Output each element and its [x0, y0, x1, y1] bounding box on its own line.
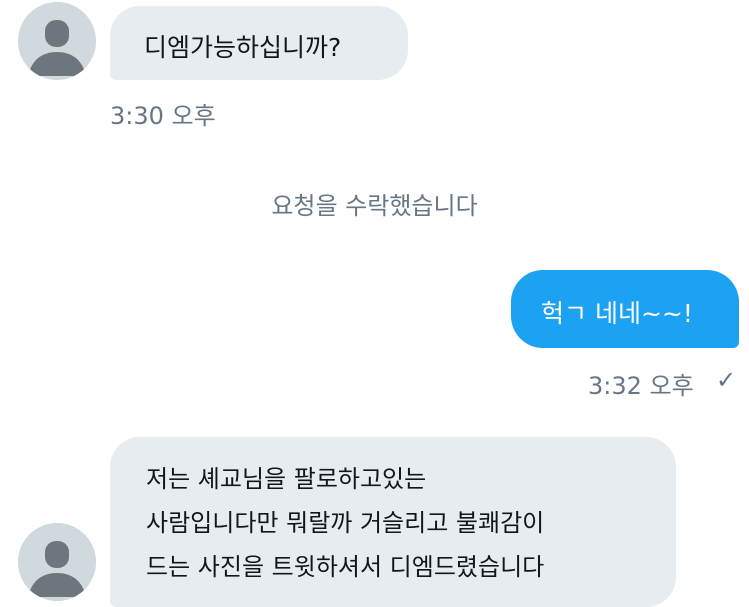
message-meta: 3:32 오후 ✓ — [588, 366, 738, 400]
outgoing-message-bubble[interactable]: 헉ㄱ 네네~~! — [511, 270, 739, 348]
message-timestamp: 3:30 오후 — [110, 102, 216, 130]
message-text: 저는 셰교님을 팔로하고있는 사람입니다만 뭐랄까 거슬리고 불쾌감이 드는 사… — [146, 457, 544, 589]
message-line: 저는 셰교님을 팔로하고있는 — [146, 465, 427, 493]
message-text: 디엠가능하십니까? — [144, 33, 342, 62]
incoming-message-bubble[interactable]: 디엠가능하십니까? — [110, 6, 408, 80]
avatar[interactable] — [18, 523, 96, 601]
message-text: 헉ㄱ 네네~~! — [541, 299, 693, 328]
incoming-message-bubble[interactable]: 저는 셰교님을 팔로하고있는 사람입니다만 뭐랄까 거슬리고 불쾌감이 드는 사… — [110, 437, 676, 607]
default-avatar-icon — [18, 523, 96, 601]
message-line: 사람입니다만 뭐랄까 거슬리고 불쾌감이 — [146, 509, 545, 537]
check-icon: ✓ — [716, 366, 737, 394]
message-line: 드는 사진을 트윗하셔서 디엠드렸습니다 — [146, 553, 545, 581]
default-avatar-icon — [18, 2, 96, 80]
system-notice: 요청을 수락했습니다 — [271, 192, 478, 220]
message-timestamp: 3:32 오후 — [588, 372, 694, 400]
avatar[interactable] — [18, 2, 96, 80]
